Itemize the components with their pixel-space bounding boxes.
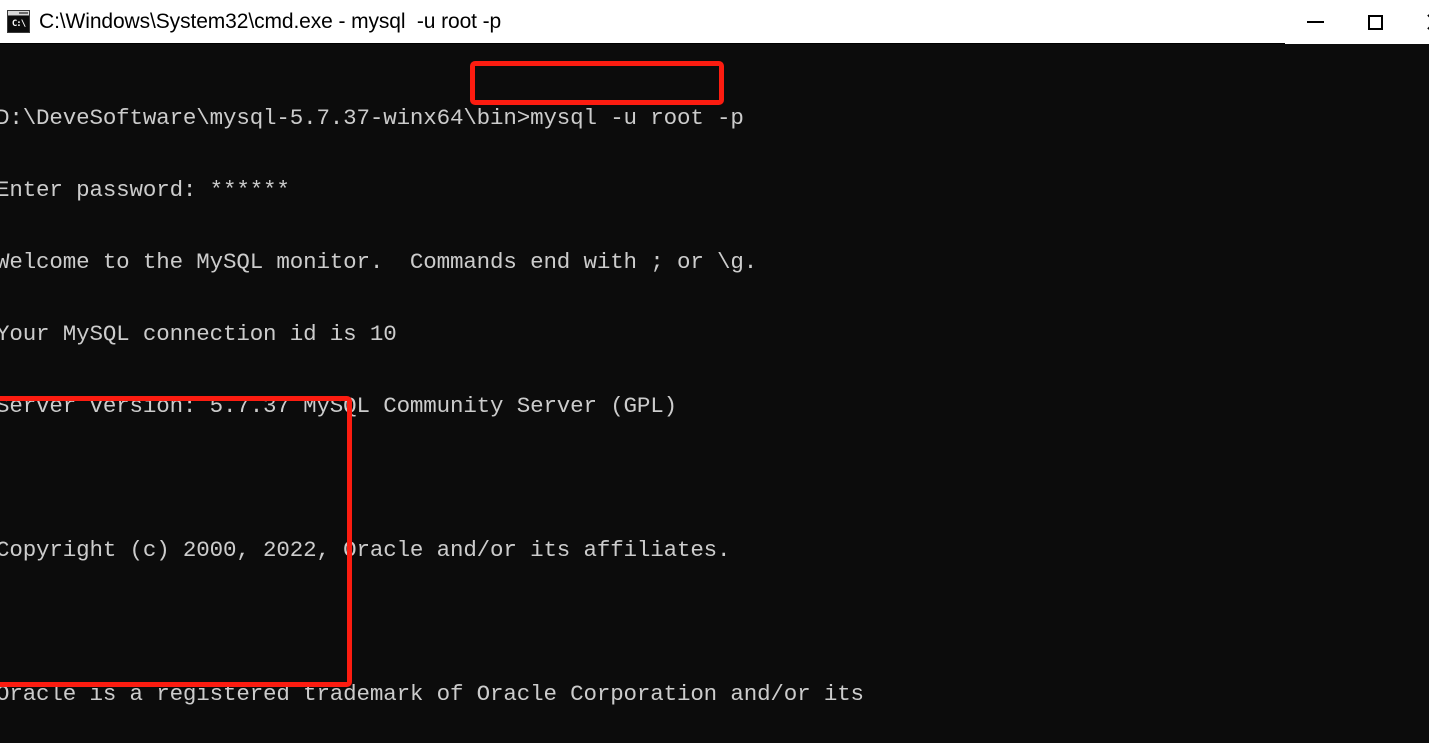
maximize-icon [1367, 14, 1383, 30]
close-icon [1425, 12, 1429, 32]
terminal-line: Your MySQL connection id is 10 [0, 321, 397, 347]
terminal-line: D:\DeveSoftware\mysql-5.7.37-winx64\bin>… [0, 105, 744, 131]
terminal-line: Copyright (c) 2000, 2022, Oracle and/or … [0, 537, 731, 563]
cmd-window: C:\ C:\Windows\System32\cmd.exe - mysql … [0, 0, 1429, 743]
terminal-line: Welcome to the MySQL monitor. Commands e… [0, 249, 758, 275]
cmd-icon-label: C:\ [8, 16, 29, 32]
minimize-button[interactable] [1285, 0, 1345, 44]
title-bar[interactable]: C:\ C:\Windows\System32\cmd.exe - mysql … [0, 0, 1429, 44]
terminal-line: Oracle is a registered trademark of Orac… [0, 681, 864, 707]
terminal-output-area[interactable]: D:\DeveSoftware\mysql-5.7.37-winx64\bin>… [0, 45, 1429, 743]
close-button[interactable] [1405, 0, 1429, 44]
window-title: C:\Windows\System32\cmd.exe - mysql -u r… [39, 9, 502, 33]
terminal-line: Enter password: ****** [0, 177, 290, 203]
window-controls [1285, 0, 1429, 44]
cmd-icon: C:\ [7, 10, 30, 33]
maximize-button[interactable] [1345, 0, 1405, 44]
minimize-icon [1306, 21, 1324, 23]
terminal-text: D:\DeveSoftware\mysql-5.7.37-winx64\bin>… [0, 58, 1429, 743]
terminal-line: Server version: 5.7.37 MySQL Community S… [0, 393, 677, 419]
